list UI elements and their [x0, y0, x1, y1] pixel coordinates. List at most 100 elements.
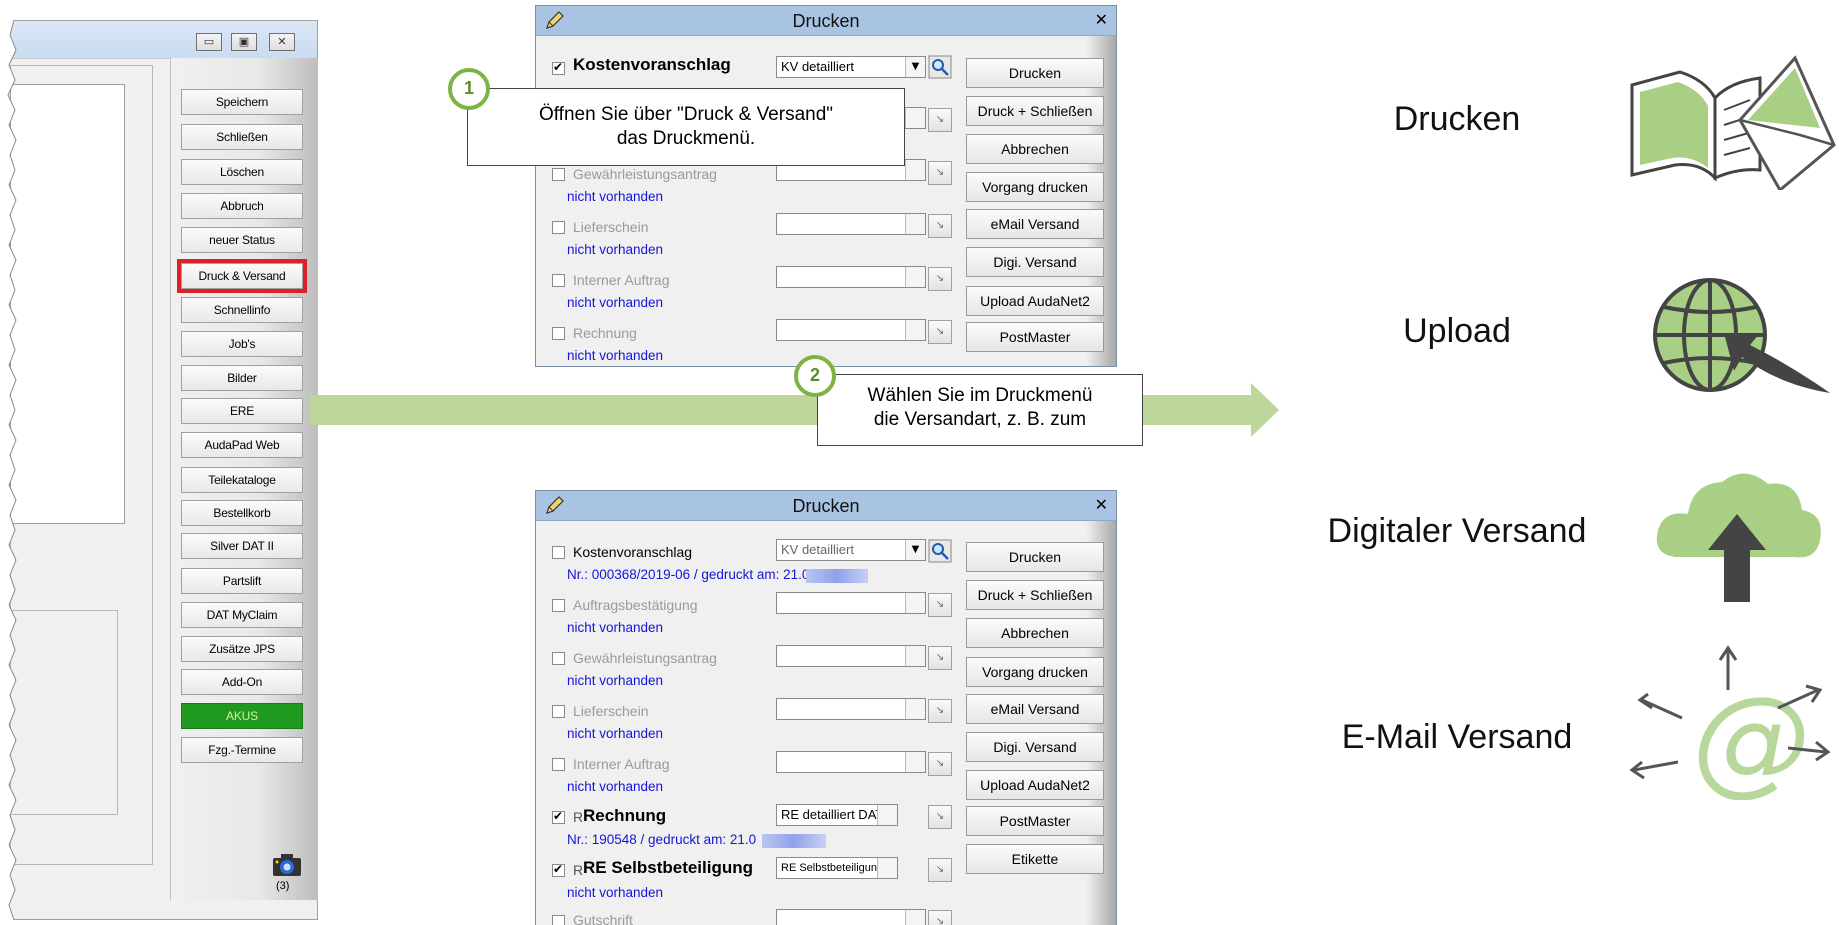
combo-interner-auftrag[interactable]: ▼	[776, 751, 926, 773]
postmaster-button[interactable]: PostMaster	[966, 322, 1104, 352]
postmaster-button[interactable]: PostMaster	[966, 806, 1104, 836]
dat-myclaim-button[interactable]: DAT MyClaim	[181, 602, 303, 628]
chevron-down-icon[interactable]: ▼	[905, 540, 925, 560]
settings-small-button[interactable]: ↘	[928, 161, 952, 185]
chevron-down-icon: ▼	[905, 910, 925, 925]
images-button[interactable]: Bilder	[181, 365, 303, 391]
checkbox-lieferschein[interactable]	[552, 705, 565, 718]
combo-gewaehrleistungsantrag[interactable]: ▼	[776, 645, 926, 667]
settings-small-button[interactable]: ↘	[928, 805, 952, 829]
label-lieferschein: Lieferschein	[573, 219, 649, 235]
digi-send-button[interactable]: Digi. Versand	[966, 732, 1104, 762]
print-dialog-top: Drucken ✕ Kostenvoranschlag KV detaillie…	[535, 5, 1117, 367]
print-process-button[interactable]: Vorgang drucken	[966, 172, 1104, 202]
checkbox-interner-auftrag[interactable]	[552, 274, 565, 287]
chevron-down-icon[interactable]: ▼	[877, 805, 897, 825]
checkbox-kostenvoranschlag[interactable]	[552, 546, 565, 559]
print-process-button[interactable]: Vorgang drucken	[966, 657, 1104, 687]
svg-text:@: @	[1692, 670, 1810, 800]
print-and-send-button[interactable]: Druck & Versand	[177, 259, 307, 293]
print-button[interactable]: Drucken	[966, 58, 1104, 88]
chevron-down-icon[interactable]: ▼	[877, 858, 897, 878]
preview-icon[interactable]	[928, 55, 952, 79]
digi-send-button[interactable]: Digi. Versand	[966, 247, 1104, 277]
step2-callout: Wählen Sie im Druckmenü die Versandart, …	[817, 374, 1143, 446]
minimize-button[interactable]: ▭	[196, 33, 222, 51]
checkbox-auftragsbestaetigung[interactable]	[552, 599, 565, 612]
additions-jps-button[interactable]: Zusätze JPS	[181, 636, 303, 662]
combo-interner-auftrag[interactable]: ▼	[776, 266, 926, 288]
checkbox-rechnung[interactable]	[552, 327, 565, 340]
parts-catalogs-button[interactable]: Teilekataloge	[181, 467, 303, 493]
print-button[interactable]: Drucken	[966, 542, 1104, 572]
checkbox-gewaehrleistungsantrag[interactable]	[552, 168, 565, 181]
checkbox-interner-auftrag[interactable]	[552, 758, 565, 771]
cancel-button[interactable]: Abbruch	[181, 193, 303, 219]
save-button[interactable]: Speichern	[181, 89, 303, 115]
settings-small-button[interactable]: ↘	[928, 752, 952, 776]
close-button[interactable]: Schließen	[181, 124, 303, 150]
preview-icon[interactable]	[928, 539, 952, 563]
option-digitaler-versand-label: Digitaler Versand	[1327, 512, 1587, 550]
checkbox-gewaehrleistungsantrag[interactable]	[552, 652, 565, 665]
settings-small-button[interactable]: ↘	[928, 108, 952, 132]
jobs-button[interactable]: Job's	[181, 331, 303, 357]
dialog-titlebar: Drucken ✕	[536, 6, 1116, 36]
etikette-button[interactable]: Etikette	[966, 844, 1104, 874]
combo-kostenvoranschlag[interactable]: KV detailliert ▼	[776, 56, 926, 78]
upload-audanet-button[interactable]: Upload AudaNet2	[966, 770, 1104, 800]
info-rechnung: nicht vorhanden	[567, 348, 664, 363]
checkbox-gutschrift[interactable]	[552, 915, 565, 925]
combo-value: RE Selbstbeteiligung	[781, 862, 884, 874]
combo-re-selbstbeteiligung[interactable]: RE Selbstbeteiligung▼	[776, 857, 898, 879]
delete-button[interactable]: Löschen	[181, 159, 303, 185]
email-send-button[interactable]: eMail Versand	[966, 209, 1104, 239]
print-book-envelope-icon	[1630, 55, 1836, 190]
combo-auftragsbestaetigung[interactable]: ▼	[776, 592, 926, 614]
ere-button[interactable]: ERE	[181, 398, 303, 424]
print-close-button[interactable]: Druck + Schließen	[966, 96, 1104, 126]
camera-icon[interactable]	[272, 853, 302, 877]
new-status-button[interactable]: neuer Status	[181, 227, 303, 253]
settings-small-button[interactable]: ↘	[928, 858, 952, 882]
combo-kostenvoranschlag[interactable]: KV detailliert ▼	[776, 539, 926, 561]
settings-small-button[interactable]: ↘	[928, 320, 952, 344]
combo-rechnung[interactable]: RE detailliert DAT▼	[776, 804, 898, 826]
cancel-button[interactable]: Abbrechen	[966, 618, 1104, 648]
checkbox-kostenvoranschlag[interactable]	[552, 60, 565, 75]
combo-lieferschein[interactable]: ▼	[776, 698, 926, 720]
combo-gutschrift[interactable]: ▼	[776, 909, 926, 925]
checkbox-lieferschein[interactable]	[552, 221, 565, 234]
checkbox-rechnung[interactable]	[552, 809, 565, 824]
settings-small-button[interactable]: ↘	[928, 267, 952, 291]
upload-audanet-button[interactable]: Upload AudaNet2	[966, 286, 1104, 316]
email-send-button[interactable]: eMail Versand	[966, 694, 1104, 724]
settings-small-button[interactable]: ↘	[928, 910, 952, 925]
step1-text-line2: das Druckmenü.	[616, 128, 756, 149]
close-icon[interactable]: ✕	[1095, 10, 1108, 29]
settings-small-button[interactable]: ↘	[928, 699, 952, 723]
close-window-button[interactable]: ✕	[269, 33, 295, 51]
checkbox-re-selbstbeteiligung[interactable]	[552, 862, 565, 877]
combo-lieferschein[interactable]: ▼	[776, 213, 926, 235]
main-content-list[interactable]	[10, 84, 125, 524]
cancel-button[interactable]: Abbrechen	[966, 134, 1104, 164]
option-upload-label: Upload	[1403, 312, 1511, 350]
quickinfo-button[interactable]: Schnellinfo	[181, 297, 303, 323]
order-basket-button[interactable]: Bestellkorb	[181, 500, 303, 526]
settings-small-button[interactable]: ↘	[928, 214, 952, 238]
vehicle-appointments-button[interactable]: Fzg.-Termine	[181, 737, 303, 763]
add-on-button[interactable]: Add-On	[181, 669, 303, 695]
settings-small-button[interactable]: ↘	[928, 593, 952, 617]
maximize-button[interactable]: ▣	[231, 33, 257, 51]
partslift-button[interactable]: Partslift	[181, 568, 303, 594]
silver-dat-button[interactable]: Silver DAT II	[181, 533, 303, 559]
print-close-button[interactable]: Druck + Schließen	[966, 580, 1104, 610]
chevron-down-icon[interactable]: ▼	[905, 57, 925, 77]
close-icon[interactable]: ✕	[1095, 495, 1108, 514]
combo-rechnung[interactable]: ▼	[776, 319, 926, 341]
globe-upload-icon	[1653, 278, 1830, 393]
settings-small-button[interactable]: ↘	[928, 646, 952, 670]
akus-button[interactable]: AKUS	[181, 703, 303, 729]
audapad-web-button[interactable]: AudaPad Web	[181, 432, 303, 458]
